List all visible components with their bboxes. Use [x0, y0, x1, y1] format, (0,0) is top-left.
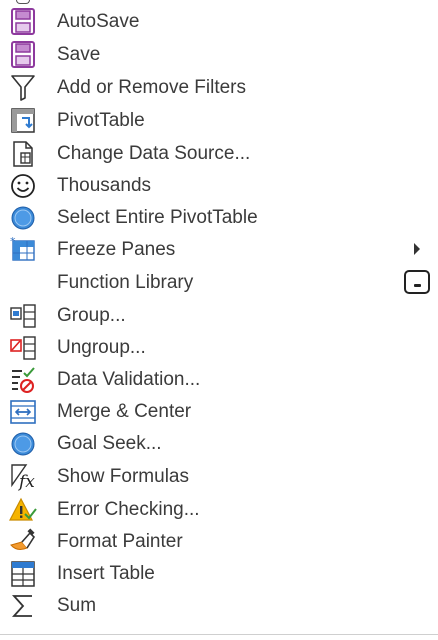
- menu-item-label: Show Formulas: [57, 466, 189, 487]
- menu-item-add-remove-filters[interactable]: Add or Remove Filters: [0, 72, 438, 104]
- dropdown-icon[interactable]: [404, 270, 430, 294]
- menu-item-label: Group...: [57, 305, 126, 326]
- merge-center-icon: [8, 398, 38, 426]
- menu-item-change-data-source[interactable]: Change Data Source...: [0, 138, 438, 170]
- autosave-icon: [8, 8, 38, 36]
- menu-item-show-formulas[interactable]: fx Show Formulas: [0, 461, 438, 493]
- menu-item-thousands[interactable]: Thousands: [0, 170, 438, 202]
- data-validation-icon: [8, 366, 38, 394]
- previous-item-edge: [16, 0, 30, 4]
- svg-text:*: *: [10, 236, 16, 248]
- show-formulas-icon: fx: [8, 463, 38, 491]
- menu-item-label: Add or Remove Filters: [57, 77, 247, 98]
- menu-item-label: Insert Table: [57, 563, 155, 584]
- menu-item-error-checking[interactable]: Error Checking...: [0, 494, 438, 526]
- blue-circle-icon: [8, 430, 38, 458]
- quick-access-customize-menu: AutoSave Save Add or Remove Filters Pivo…: [0, 0, 438, 640]
- svg-text:fx: fx: [17, 472, 35, 491]
- menu-item-label: Sum: [57, 595, 97, 616]
- menu-item-autosave[interactable]: AutoSave: [0, 6, 438, 38]
- pivottable-icon: [8, 107, 38, 135]
- menu-item-group[interactable]: Group...: [0, 300, 438, 332]
- menu-item-label: Thousands: [57, 175, 152, 196]
- sum-icon: [8, 592, 38, 620]
- menu-item-sum[interactable]: Sum: [0, 590, 438, 622]
- menu-item-pivottable[interactable]: PivotTable: [0, 105, 438, 137]
- menu-bottom-divider: [0, 634, 438, 635]
- menu-item-label: PivotTable: [57, 110, 145, 131]
- menu-item-freeze-panes[interactable]: * Freeze Panes: [0, 234, 438, 266]
- menu-item-function-library[interactable]: Function Library: [0, 267, 438, 299]
- menu-item-insert-table[interactable]: Insert Table: [0, 558, 438, 590]
- menu-item-label: Format Painter: [57, 531, 183, 552]
- menu-item-save[interactable]: Save: [0, 39, 438, 71]
- menu-item-goal-seek[interactable]: Goal Seek...: [0, 428, 438, 460]
- menu-item-label: Function Library: [57, 272, 194, 293]
- menu-item-select-entire-pivottable[interactable]: Select Entire PivotTable: [0, 202, 438, 234]
- menu-item-ungroup[interactable]: Ungroup...: [0, 332, 438, 364]
- menu-item-data-validation[interactable]: Data Validation...: [0, 364, 438, 396]
- menu-item-format-painter[interactable]: Format Painter: [0, 526, 438, 558]
- submenu-arrow-icon: [414, 243, 420, 255]
- menu-item-label: Change Data Source...: [57, 143, 251, 164]
- freeze-panes-icon: *: [8, 236, 38, 264]
- menu-item-label: Data Validation...: [57, 369, 201, 390]
- menu-item-label: AutoSave: [57, 11, 140, 32]
- change-data-source-icon: [8, 140, 38, 168]
- ungroup-icon: [8, 334, 38, 362]
- format-painter-icon: [8, 528, 38, 556]
- menu-item-label: Goal Seek...: [57, 433, 162, 454]
- blue-circle-icon: [8, 204, 38, 232]
- menu-item-label: Merge & Center: [57, 401, 192, 422]
- menu-item-label: Select Entire PivotTable: [57, 207, 258, 228]
- error-checking-icon: [8, 496, 38, 524]
- insert-table-icon: [8, 560, 38, 588]
- filter-icon: [8, 74, 38, 102]
- menu-item-label: Save: [57, 44, 101, 65]
- smiley-icon: [8, 172, 38, 200]
- group-icon: [8, 302, 38, 330]
- save-icon: [8, 41, 38, 69]
- menu-item-label: Error Checking...: [57, 499, 200, 520]
- menu-item-label: Freeze Panes: [57, 239, 176, 260]
- menu-item-merge-center[interactable]: Merge & Center: [0, 396, 438, 428]
- menu-item-label: Ungroup...: [57, 337, 146, 358]
